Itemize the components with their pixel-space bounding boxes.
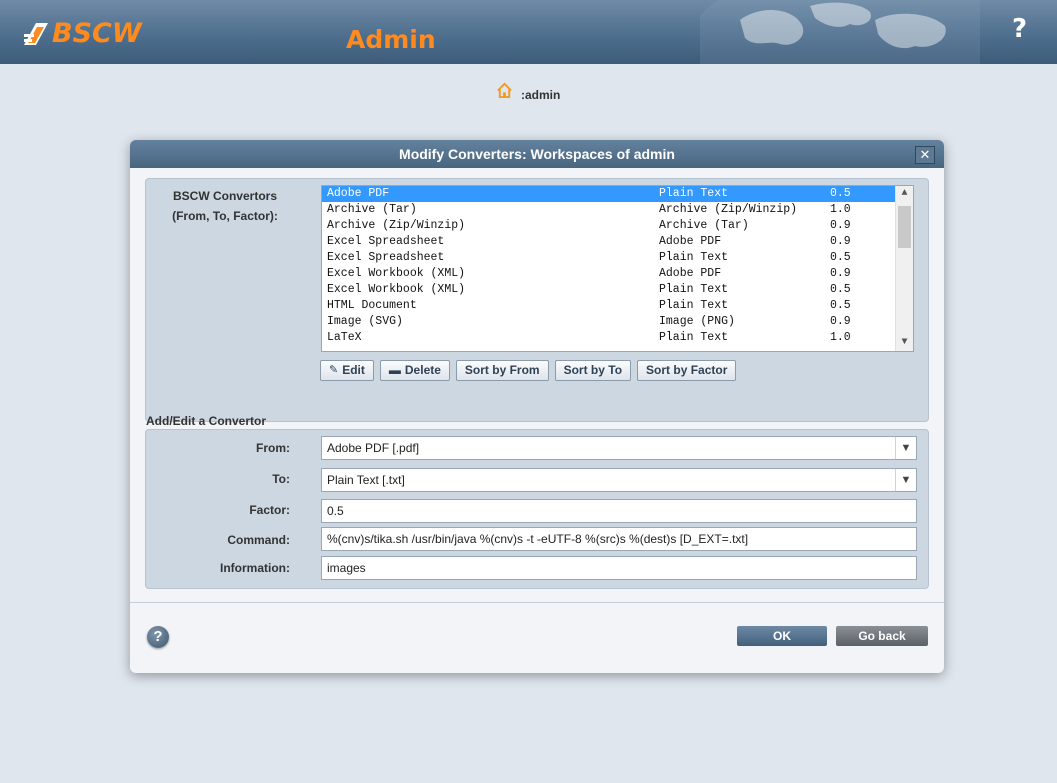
list-item[interactable]: HTML Document Plain Text 0.5 [322,298,913,314]
converters-listbox[interactable]: Adobe PDF Plain Text 0.5 Archive (Tar) Arch… [321,185,914,352]
information-label: Information: [220,561,290,575]
list-item[interactable]: Excel Workbook (XML) Adobe PDF 0.9 [322,266,913,282]
close-button[interactable]: ✕ [915,146,935,164]
add-edit-title: Add/Edit a Convertor [146,414,267,428]
go-back-button[interactable]: Go back [836,626,928,646]
pencil-icon: ✎ [329,364,339,376]
logo-text: BSCW [52,18,142,49]
breadcrumb-text[interactable]: :admin [521,88,560,102]
list-action-buttons: ✎ Edit ▬ Delete Sort by From Sort by To … [320,360,737,381]
world-map-decoration [700,0,980,64]
help-icon[interactable]: ? [1012,14,1027,44]
dialog-title: Modify Converters: Workspaces of admin [399,146,675,162]
delete-button[interactable]: ▬ Delete [379,360,450,381]
help-icon[interactable]: ? [147,626,169,648]
footer-divider [130,602,944,603]
factor-label: Factor: [249,503,290,517]
list-item[interactable]: Excel Workbook (XML) Plain Text 0.5 [322,282,913,298]
top-banner: BSCW Admin ? [0,0,1057,64]
dialog-header: Modify Converters: Workspaces of admin ✕ [130,140,944,168]
list-item[interactable]: LaTeX Plain Text 1.0 [322,330,913,346]
list-item[interactable]: Adobe PDF Plain Text 0.5 [322,186,913,203]
list-item[interactable]: Archive (Zip/Winzip) Archive (Tar) 0.9 [322,218,913,234]
scroll-up-icon[interactable]: ▲ [896,186,913,202]
list-item[interactable]: Image (SVG) Image (PNG) 0.9 [322,314,913,330]
list-item[interactable]: Excel Spreadsheet Adobe PDF 0.9 [322,234,913,250]
from-label: From: [256,441,290,455]
chevron-down-icon[interactable]: ▼ [895,469,916,491]
list-item[interactable]: Archive (Tar) Archive (Zip/Winzip) 1.0 [322,202,913,218]
sort-by-to-button[interactable]: Sort by To [554,360,632,381]
command-input[interactable]: %(cnv)s/tika.sh /usr/bin/java %(cnv)s -t… [321,527,917,551]
breadcrumb: :admin [496,82,560,102]
app-title: Admin [346,25,436,54]
minus-icon: ▬ [388,363,401,377]
information-input[interactable]: images [321,556,917,580]
sort-by-from-button[interactable]: Sort by From [455,360,549,381]
factor-input[interactable]: 0.5 [321,499,917,523]
home-icon[interactable] [496,82,513,99]
list-item[interactable]: Excel Spreadsheet Plain Text 0.5 [322,250,913,266]
scroll-down-icon[interactable]: ▼ [896,335,913,351]
converters-label: BSCW Convertors (From, To, Factor): [172,189,278,223]
chevron-down-icon[interactable]: ▼ [895,437,916,459]
ok-button[interactable]: OK [737,626,827,646]
from-select[interactable]: Adobe PDF [.pdf] ▼ [321,436,917,460]
bscw-logo[interactable]: BSCW [22,18,142,49]
scrollbar-thumb[interactable] [898,206,911,248]
bscw-logo-icon [24,22,48,45]
listbox-scrollbar[interactable]: ▲ ▼ [895,186,913,351]
to-select[interactable]: Plain Text [.txt] ▼ [321,468,917,492]
command-label: Command: [227,533,290,547]
to-label: To: [272,472,290,486]
edit-button[interactable]: ✎ Edit [320,360,374,381]
sort-by-factor-button[interactable]: Sort by Factor [637,360,737,381]
